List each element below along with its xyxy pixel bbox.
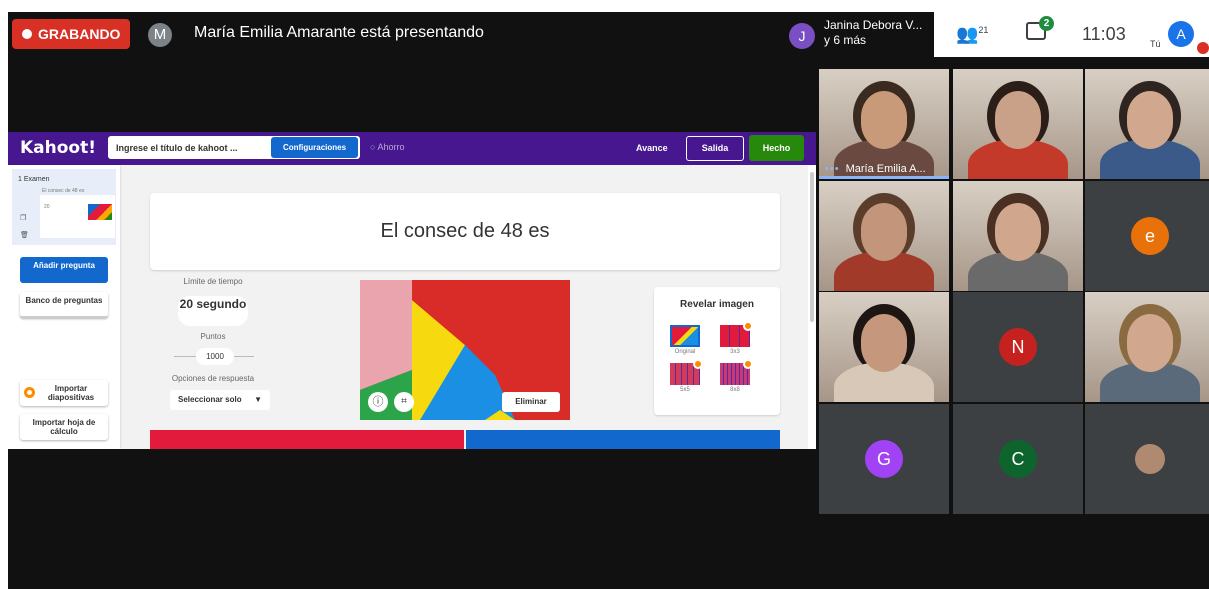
question-mini-title: El consec de 48 es [42, 188, 85, 194]
dropdown-icon: ▼ [254, 395, 262, 404]
video-face [861, 314, 907, 372]
people-button[interactable]: 👥21 [956, 24, 988, 45]
participant-avatar: C [999, 440, 1037, 478]
answer-red[interactable] [150, 430, 464, 449]
duplicate-icon[interactable]: ❐ [20, 214, 26, 222]
participant-tile[interactable]: e [1085, 181, 1209, 291]
self-avatar[interactable]: A [1168, 21, 1194, 47]
remove-image-button[interactable]: Eliminar [502, 392, 560, 412]
participant-tile[interactable] [953, 69, 1083, 179]
record-dot-icon [22, 29, 32, 39]
participant-tile[interactable] [1085, 292, 1209, 402]
points-select[interactable]: 1000 [196, 348, 234, 365]
reveal-caption-3x3: 3x3 [730, 349, 740, 355]
shared-screen: Kahoot! Ingrese el título de kahoot ... … [8, 132, 816, 449]
premium-badge-icon [743, 359, 753, 369]
time-limit-label: Límite de tiempo [183, 277, 243, 286]
participant-tile[interactable]: C [953, 404, 1083, 514]
answer-options-select[interactable]: Seleccionar solo ▼ [170, 390, 270, 410]
reveal-caption-8x8: 8x8 [730, 387, 740, 393]
answer-blue[interactable] [466, 430, 780, 449]
kahoot-logo: Kahoot! [20, 138, 96, 158]
participant-name-tag: ••• María Emilia A... [825, 163, 926, 175]
people-count: 21 [978, 25, 989, 35]
participant-tile[interactable] [819, 181, 949, 291]
clock: 11:03 [1082, 24, 1126, 44]
done-button[interactable]: Hecho [749, 135, 804, 161]
participant-tile[interactable] [1085, 69, 1209, 179]
chat-badge: 2 [1039, 16, 1054, 31]
crop-icon[interactable]: ⌗ [394, 392, 414, 412]
thumb-image [88, 204, 112, 220]
thumb-time: 20 [44, 204, 50, 210]
people-icon: 👥 [956, 24, 979, 44]
video-face [1127, 91, 1173, 149]
participant-avatar: N [999, 328, 1037, 366]
import-sheet-button[interactable]: Importar hoja de cálculo [20, 414, 108, 440]
question-bank-button[interactable]: Banco de preguntas [20, 292, 108, 318]
question-thumbnail: 20 [40, 195, 115, 238]
question-sidebar: 1 Examen El consec de 48 es 20 ❐ 🗑 Añadi… [8, 165, 120, 449]
save-status: ○ Ahorro [370, 142, 405, 152]
import-icon [24, 387, 35, 398]
points-label: Puntos [200, 332, 226, 341]
speaking-indicator [819, 176, 949, 179]
question-editor: El consec de 48 es Límite de tiempo 20 s… [122, 165, 808, 449]
meeting-controls: 👥21 2 11:03 Tú A [934, 12, 1209, 57]
import-slides-label: Importar diapositivas [47, 384, 95, 402]
exit-button[interactable]: Salida [686, 136, 744, 161]
question-image[interactable]: ⓘ ⌗ Eliminar [360, 280, 570, 420]
info-icon[interactable]: ⓘ [368, 392, 388, 412]
premium-badge-icon [693, 359, 703, 369]
presenter-avatar: M [148, 23, 172, 47]
reveal-image-panel: Revelar imagen Original 3x3 5x5 8x8 [654, 287, 780, 415]
chat-icon[interactable]: 2 [1026, 16, 1054, 40]
question-number: 1 Examen [18, 176, 50, 183]
delete-icon[interactable]: 🗑 [20, 231, 29, 239]
question-card[interactable]: 1 Examen El consec de 48 es 20 ❐ 🗑 [12, 169, 116, 245]
reveal-option-original[interactable] [670, 325, 700, 347]
question-title-input[interactable]: El consec de 48 es [150, 193, 780, 270]
video-face [995, 203, 1041, 261]
participant-summary[interactable]: Janina Debora V... y 6 más [824, 18, 934, 48]
participant-tile[interactable] [1085, 404, 1209, 514]
speaking-icon: ••• [825, 163, 840, 175]
participant-summary-name: Janina Debora V... [824, 18, 923, 32]
presenter-text: María Emilia Amarante está presentando [194, 24, 484, 41]
mic-off-icon [1197, 42, 1209, 54]
video-face [861, 203, 907, 261]
recording-indicator[interactable]: GRABANDO [12, 19, 131, 49]
reveal-caption-original: Original [674, 349, 696, 355]
time-limit-select[interactable]: 20 segundo [178, 296, 248, 326]
participant-name: María Emilia A... [845, 163, 926, 175]
participant-photo-avatar [1135, 444, 1165, 474]
reveal-caption-5x5: 5x5 [680, 387, 690, 393]
meet-window: GRABANDO M María Emilia Amarante está pr… [8, 12, 1209, 589]
participant-avatar: G [865, 440, 903, 478]
preview-button[interactable]: Avance [636, 143, 668, 153]
participant-tile[interactable] [953, 181, 1083, 291]
settings-button[interactable]: Configuraciones [271, 137, 358, 158]
video-face [861, 91, 907, 149]
self-label: Tú [1150, 39, 1161, 49]
answer-options-label: Opciones de respuesta [171, 374, 255, 383]
reveal-title: Revelar imagen [680, 299, 754, 310]
participant-summary-more: y 6 más [824, 33, 867, 47]
recording-label: GRABANDO [38, 26, 121, 42]
answer-options-value: Seleccionar solo [178, 395, 242, 404]
participant-tile[interactable]: N [953, 292, 1083, 402]
participant-tile[interactable] [819, 292, 949, 402]
video-face [995, 91, 1041, 149]
participant-tile[interactable]: G [819, 404, 949, 514]
participant-avatar: e [1131, 217, 1169, 255]
participant-tile[interactable]: ••• María Emilia A... [819, 69, 949, 179]
video-face [1127, 314, 1173, 372]
scrollbar[interactable] [810, 172, 814, 322]
kahoot-toolbar: Kahoot! Ingrese el título de kahoot ... … [8, 132, 816, 165]
import-slides-button[interactable]: Importar diapositivas [20, 380, 108, 406]
participant-summary-avatar: J [789, 23, 815, 49]
premium-badge-icon [743, 321, 753, 331]
add-question-button[interactable]: Añadir pregunta [20, 257, 108, 283]
